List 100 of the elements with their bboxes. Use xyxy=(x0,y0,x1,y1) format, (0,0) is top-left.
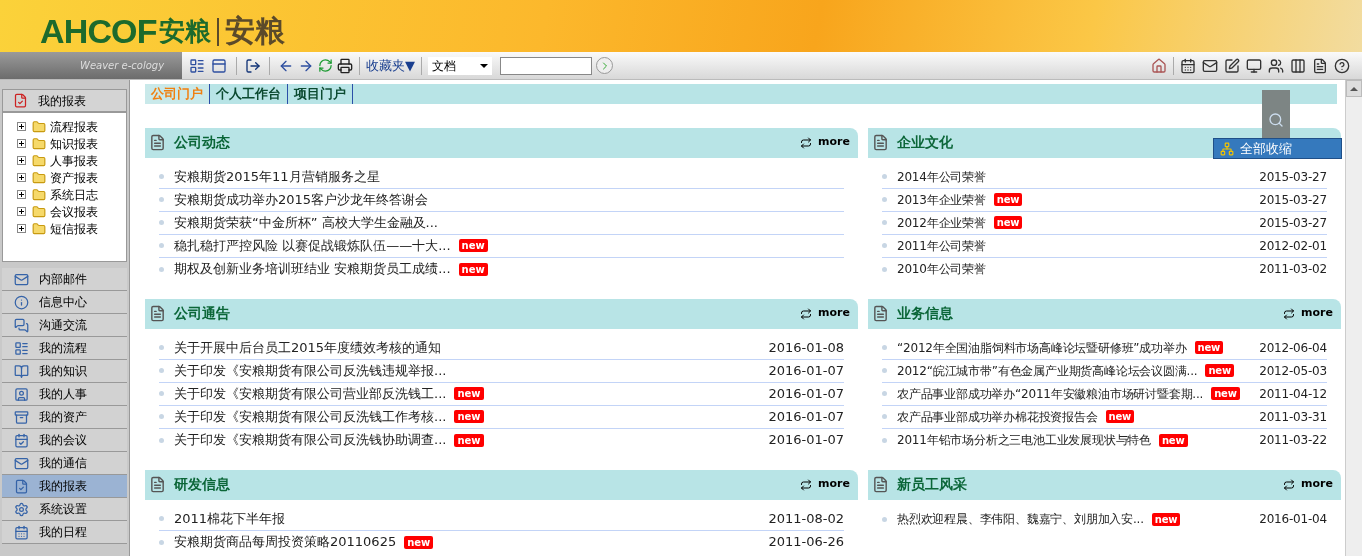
news-link[interactable]: 2014年公司荣誉 xyxy=(897,167,986,186)
folder-icon xyxy=(32,119,46,134)
news-link[interactable]: 2010年公司荣誉 xyxy=(897,260,986,278)
tree-item[interactable]: 资产报表 xyxy=(50,168,98,187)
bullet-icon xyxy=(882,197,887,202)
news-link[interactable]: 安粮期货成功举办2015客户沙龙年终答谢会 xyxy=(174,189,429,210)
favorites-menu[interactable]: 收藏夹▼ xyxy=(366,55,415,76)
date-text: 2015-03-27 xyxy=(1259,168,1327,186)
edit-icon[interactable] xyxy=(1224,57,1240,74)
more-link[interactable]: more xyxy=(800,476,850,493)
expand-icon[interactable] xyxy=(17,156,26,165)
bullet-icon xyxy=(882,516,887,522)
news-link[interactable]: 2011棉花下半年报 xyxy=(174,508,286,529)
layout-icon[interactable] xyxy=(188,56,206,75)
section-title: 公司动态 xyxy=(174,133,230,152)
bullet-icon xyxy=(882,368,887,373)
sidebar-menu-item[interactable]: 我的知识 xyxy=(2,360,127,383)
more-link[interactable]: more xyxy=(800,134,850,151)
logout-icon[interactable] xyxy=(245,57,261,74)
new-badge: new xyxy=(454,433,484,447)
news-link[interactable]: 2011年铅市场分析之三电池工业发展现状与特色 xyxy=(897,431,1151,449)
sidebar-menu-item[interactable]: 系统设置 xyxy=(2,498,127,521)
menu-item-icon xyxy=(14,386,29,402)
portal-tab[interactable]: 个人工作台 xyxy=(210,84,288,104)
scrollbar[interactable] xyxy=(1345,80,1362,556)
news-link[interactable]: 稳扎稳打严控风险 以赛促战锻炼队伍——十大... xyxy=(174,235,451,256)
tree-item[interactable]: 人事报表 xyxy=(50,151,98,170)
more-link[interactable]: more xyxy=(1283,305,1333,322)
document-icon xyxy=(149,476,166,493)
calendar-icon[interactable] xyxy=(1180,57,1196,74)
expand-icon[interactable] xyxy=(17,190,26,199)
columns-icon[interactable] xyxy=(1290,57,1306,74)
date-text: 2016-01-08 xyxy=(768,338,844,357)
help-icon[interactable] xyxy=(1334,57,1350,74)
sidebar-menu-item[interactable]: 内部邮件 xyxy=(2,268,127,291)
sidebar-menu-item[interactable]: 我的人事 xyxy=(2,383,127,406)
news-link[interactable]: 热烈欢迎程晨、李伟阳、魏嘉宁、刘朋加入安... xyxy=(897,510,1144,528)
tree-item[interactable]: 会议报表 xyxy=(50,202,98,221)
news-link[interactable]: 安粮期货荣获“中金所杯” 高校大学生金融及... xyxy=(174,212,438,233)
bullet-icon xyxy=(159,174,164,179)
news-link[interactable]: 安粮期货2015年11月营销服务之星 xyxy=(174,166,380,187)
news-link[interactable]: 农产品事业部成功举办“2011年安徽粮油市场研讨暨套期... xyxy=(897,384,1204,403)
collapse-all-item[interactable]: 全部收缩 xyxy=(1240,138,1292,159)
news-link[interactable]: “2012年全国油脂饲料市场高峰论坛暨研修班”成功举办 xyxy=(897,338,1187,357)
search-field[interactable] xyxy=(500,56,592,75)
layout-icon[interactable] xyxy=(210,56,228,75)
monitor-icon[interactable] xyxy=(1246,57,1262,74)
news-link[interactable]: 关于印发《安粮期货有限公司反洗钱协助调查... xyxy=(174,430,447,450)
refresh-icon xyxy=(800,478,813,491)
sidebar-menu-item[interactable]: 信息中心 xyxy=(2,291,127,314)
expand-icon[interactable] xyxy=(17,207,26,216)
date-text: 2016-01-07 xyxy=(768,407,844,426)
document-icon xyxy=(872,476,889,493)
news-link[interactable]: 2013年企业荣誉 xyxy=(897,190,986,209)
home-icon[interactable] xyxy=(1151,57,1167,74)
folder-icon xyxy=(32,187,46,202)
document-icon[interactable] xyxy=(1312,57,1328,74)
sidebar-menu-item[interactable]: 我的流程 xyxy=(2,337,127,360)
new-badge: new xyxy=(993,216,1023,229)
search-type-select[interactable]: 文档 xyxy=(428,56,492,75)
news-link[interactable]: 农产品事业部成功举办棉花投资报告会 xyxy=(897,407,1098,426)
search-icon[interactable] xyxy=(1268,112,1284,128)
news-link[interactable]: 期权及创新业务培训班结业 安粮期货员工成绩... xyxy=(174,259,451,279)
sidebar-menu-item[interactable]: 我的会议 xyxy=(2,429,127,452)
expand-icon[interactable] xyxy=(17,139,26,148)
folder-icon xyxy=(32,221,46,236)
new-badge: new xyxy=(458,239,488,252)
news-link[interactable]: 关于印发《安粮期货有限公司反洗钱违规举报... xyxy=(174,360,447,381)
tree-icon xyxy=(1220,141,1234,156)
news-link[interactable]: 2011年公司荣誉 xyxy=(897,236,986,255)
expand-icon[interactable] xyxy=(17,122,26,131)
news-link[interactable]: 关于开展中后台员工2015年度绩效考核的通知 xyxy=(174,337,442,358)
mail-icon[interactable] xyxy=(1202,57,1218,74)
sidebar-menu-item[interactable]: 我的日程 xyxy=(2,521,127,544)
refresh-icon[interactable] xyxy=(318,58,333,73)
news-link[interactable]: 安粮期货商品每周投资策略20110625 xyxy=(174,532,397,552)
bullet-icon xyxy=(159,345,164,350)
expand-icon[interactable] xyxy=(17,173,26,182)
sidebar-menu-item[interactable]: 我的资产 xyxy=(2,406,127,429)
news-link[interactable]: 关于印发《安粮期货有限公司反洗钱工作考核... xyxy=(174,406,447,427)
news-link[interactable]: 2012年企业荣誉 xyxy=(897,213,986,232)
sidebar-menu-item[interactable]: 我的通信 xyxy=(2,452,127,475)
menu-item-icon xyxy=(14,409,29,425)
expand-icon[interactable] xyxy=(17,224,26,233)
sidebar-menu-item[interactable]: 我的报表 xyxy=(2,475,127,498)
section-title: 研发信息 xyxy=(174,475,230,494)
portal-tab[interactable]: 项目门户 xyxy=(288,84,353,104)
bullet-icon xyxy=(882,437,887,443)
more-link[interactable]: more xyxy=(800,305,850,322)
news-link[interactable]: 关于印发《安粮期货有限公司营业部反洗钱工... xyxy=(174,383,447,404)
tree-item[interactable]: 短信报表 xyxy=(50,219,98,238)
sidebar-menu-item[interactable]: 沟通交流 xyxy=(2,314,127,337)
scroll-up-icon[interactable] xyxy=(1346,80,1362,97)
tree-item[interactable]: 知识报表 xyxy=(50,134,98,153)
news-link[interactable]: 2012“皖江城市带”有色金属产业期货高峰论坛会议圆满... xyxy=(897,361,1198,380)
tree-item[interactable]: 系统日志 xyxy=(50,185,98,204)
more-link[interactable]: more xyxy=(1283,476,1333,493)
tree-item[interactable]: 流程报表 xyxy=(50,117,98,136)
print-icon[interactable] xyxy=(337,57,353,74)
people-icon[interactable] xyxy=(1268,57,1284,74)
